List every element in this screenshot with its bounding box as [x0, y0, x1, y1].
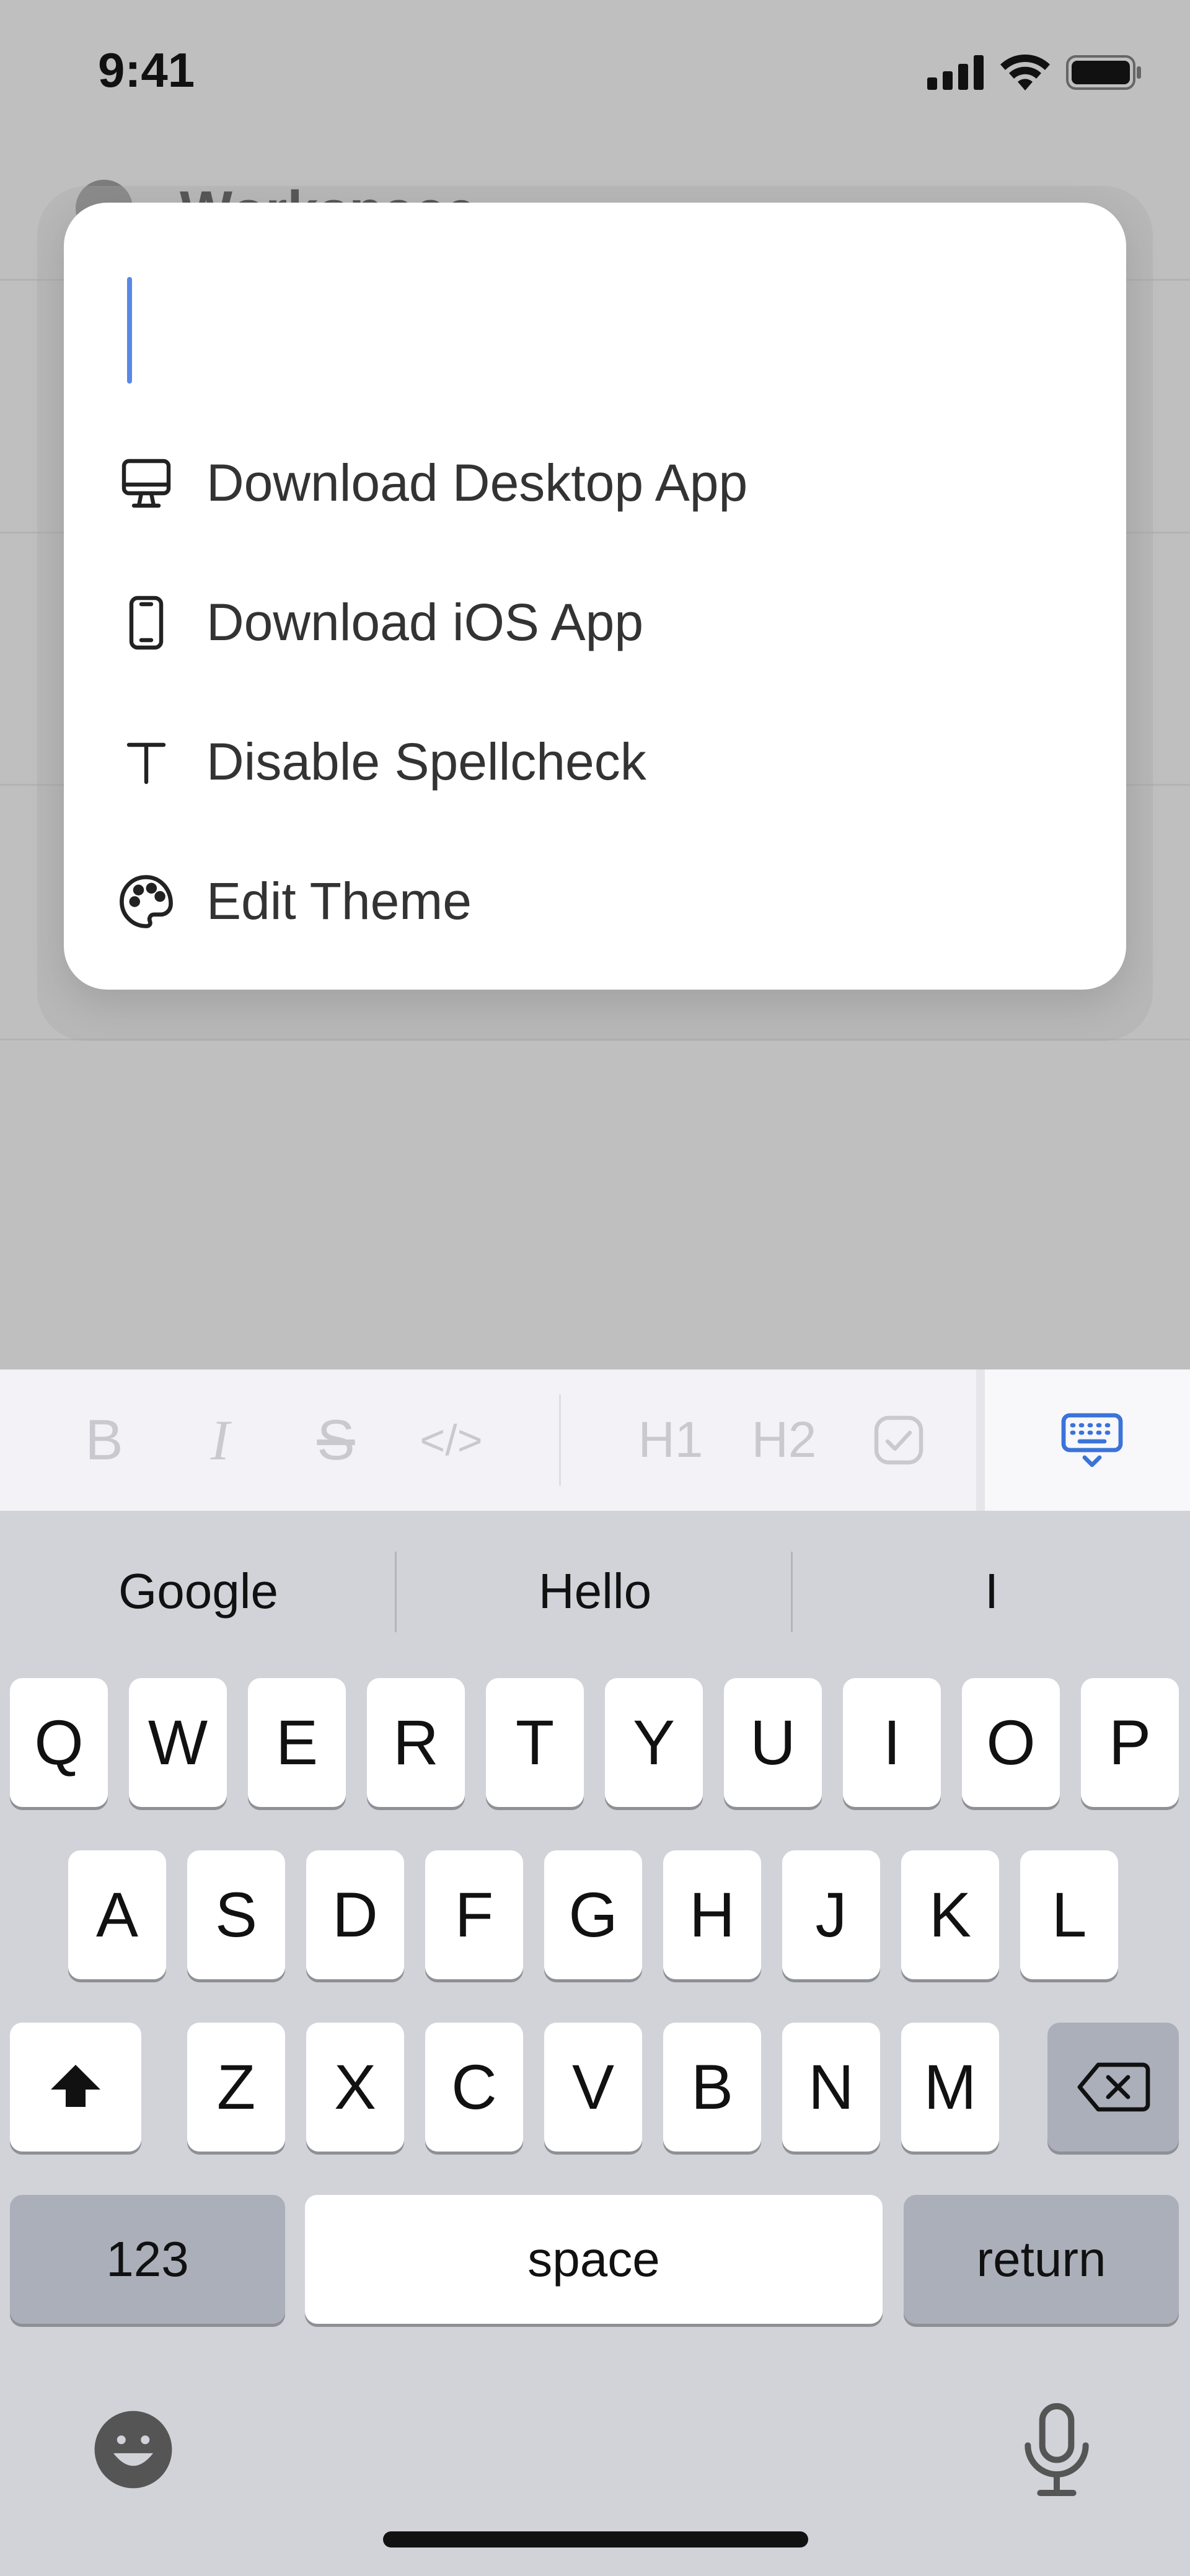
backspace-icon — [1077, 2062, 1150, 2112]
key-o[interactable]: O — [962, 1678, 1060, 1807]
predictive-text-bar: Google Hello I — [0, 1511, 1190, 1672]
key-g[interactable]: G — [544, 1850, 642, 1979]
status-icons — [927, 55, 1142, 94]
menu-item-label: Download Desktop App — [206, 454, 748, 512]
shift-key[interactable] — [10, 2023, 141, 2152]
emoji-button[interactable] — [87, 2403, 180, 2496]
microphone-icon — [1025, 2403, 1089, 2496]
system-keyboard: Google Hello I Q W E R T Y U I O P A S D… — [0, 1511, 1190, 2576]
menu-item-label: Download iOS App — [206, 593, 644, 651]
numbers-key[interactable]: 123 — [10, 2195, 285, 2324]
command-menu-list: Download Desktop App Download iOS App Di… — [64, 413, 1126, 971]
shift-icon — [51, 2065, 100, 2107]
keyboard-dismiss-icon — [1061, 1413, 1122, 1467]
emoji-icon — [94, 2411, 172, 2489]
space-key[interactable]: space — [305, 2195, 883, 2324]
key-k[interactable]: K — [901, 1850, 999, 1979]
key-u[interactable]: U — [724, 1678, 822, 1807]
palette-icon — [112, 868, 180, 936]
italic-button[interactable]: I — [170, 1369, 270, 1511]
suggestion-divider — [791, 1552, 793, 1632]
key-d[interactable]: D — [306, 1850, 404, 1979]
checkbox-icon — [874, 1415, 923, 1465]
status-bar: 9:41 — [0, 0, 1190, 143]
command-menu: Download Desktop App Download iOS App Di… — [64, 203, 1126, 990]
key-v[interactable]: V — [544, 2023, 642, 2152]
hide-keyboard-button[interactable] — [976, 1369, 1190, 1511]
menu-item-label: Disable Spellcheck — [206, 732, 646, 791]
suggestion-item[interactable]: Hello — [397, 1511, 793, 1672]
menu-item-edit-theme[interactable]: Edit Theme — [64, 832, 1126, 971]
key-n[interactable]: N — [782, 2023, 880, 2152]
key-q[interactable]: Q — [10, 1678, 108, 1807]
key-j[interactable]: J — [782, 1850, 880, 1979]
key-b[interactable]: B — [663, 2023, 761, 2152]
key-y[interactable]: Y — [605, 1678, 703, 1807]
key-r[interactable]: R — [367, 1678, 465, 1807]
formatting-toolbar: B I S </> H1 H2 — [0, 1369, 1190, 1511]
bold-button[interactable]: B — [55, 1369, 154, 1511]
key-i[interactable]: I — [843, 1678, 941, 1807]
key-t[interactable]: T — [486, 1678, 584, 1807]
key-l[interactable]: L — [1020, 1850, 1118, 1979]
text-cursor[interactable] — [127, 277, 132, 384]
italic-label: I — [210, 1409, 230, 1472]
bold-label: B — [85, 1408, 123, 1472]
dictation-button[interactable] — [1010, 2397, 1103, 2502]
wifi-icon — [1000, 55, 1050, 94]
cellular-signal-icon — [927, 55, 984, 93]
key-x[interactable]: X — [306, 2023, 404, 2152]
checkbox-button[interactable] — [849, 1369, 948, 1511]
key-h[interactable]: H — [663, 1850, 761, 1979]
heading1-label: H1 — [638, 1412, 703, 1468]
toolbar-divider — [559, 1394, 561, 1486]
status-time: 9:41 — [98, 43, 195, 97]
return-key[interactable]: return — [904, 2195, 1179, 2324]
key-w[interactable]: W — [129, 1678, 227, 1807]
key-p[interactable]: P — [1081, 1678, 1179, 1807]
key-s[interactable]: S — [187, 1850, 285, 1979]
strikethrough-label: S — [317, 1408, 355, 1472]
heading2-label: H2 — [751, 1412, 817, 1468]
menu-item-disable-spellcheck[interactable]: Disable Spellcheck — [64, 692, 1126, 832]
suggestion-item[interactable]: I — [793, 1511, 1190, 1672]
home-indicator[interactable] — [383, 2531, 808, 2547]
heading1-button[interactable]: H1 — [621, 1369, 720, 1511]
desktop-monitor-icon — [112, 449, 180, 517]
code-label: </> — [420, 1416, 483, 1464]
menu-item-download-desktop-app[interactable]: Download Desktop App — [64, 413, 1126, 553]
key-m[interactable]: M — [901, 2023, 999, 2152]
text-t-icon — [112, 728, 180, 796]
key-e[interactable]: E — [248, 1678, 346, 1807]
key-z[interactable]: Z — [187, 2023, 285, 2152]
strikethrough-button[interactable]: S — [286, 1369, 386, 1511]
battery-icon — [1066, 55, 1142, 93]
backspace-key[interactable] — [1047, 2023, 1179, 2152]
key-a[interactable]: A — [68, 1850, 166, 1979]
key-f[interactable]: F — [425, 1850, 523, 1979]
heading2-button[interactable]: H2 — [734, 1369, 834, 1511]
menu-item-download-ios-app[interactable]: Download iOS App — [64, 553, 1126, 692]
code-button[interactable]: </> — [402, 1369, 501, 1511]
menu-item-label: Edit Theme — [206, 872, 472, 930]
mobile-phone-icon — [112, 589, 180, 657]
suggestion-item[interactable]: Google — [0, 1511, 397, 1672]
key-c[interactable]: C — [425, 2023, 523, 2152]
